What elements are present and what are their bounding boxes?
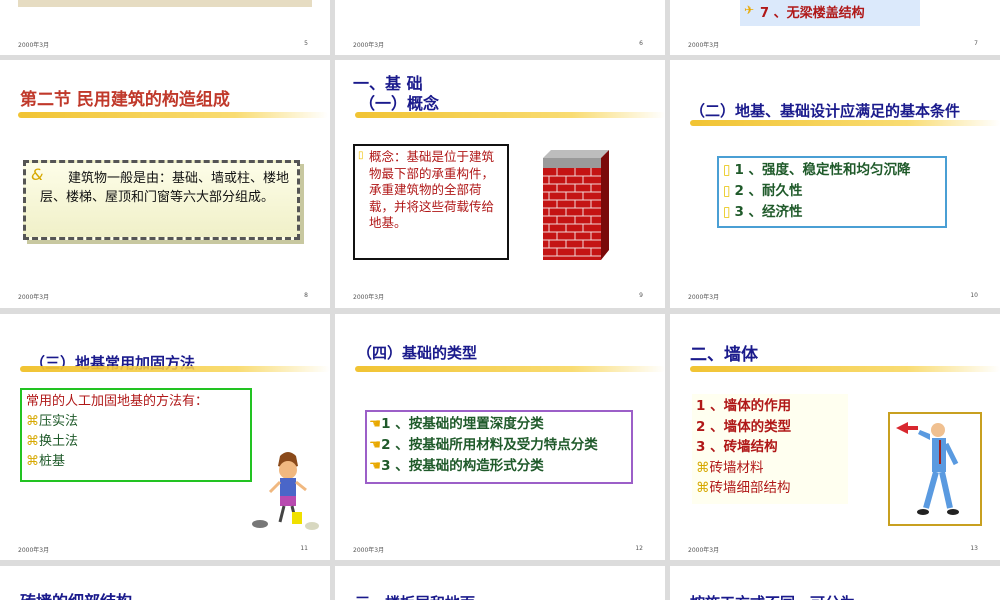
slide-number: 5 (304, 40, 308, 47)
wall-topic: 3 、砖墙结构 (696, 439, 778, 455)
concept-box: ▯ 概念：基础是位于建筑物最下部的承重构件，承重建筑物的全部荷载，并将这些荷载传… (353, 144, 509, 260)
slide-title: 按施工方式不同，可分为 (690, 592, 855, 600)
slide-13[interactable]: 二、墙体 1 、墙体的作用 2 、墙体的类型 3 、砖墙结构 ⌘砖墙材料 ⌘砖墙… (670, 314, 1000, 560)
slide-date: 2000年3月 (18, 294, 50, 301)
pointing-hand-icon: ☚ (369, 437, 382, 453)
content-box: & 建筑物一般是由：基础、墙或柱、楼地层、楼梯、屋顶和门窗等六大部分组成。 (23, 160, 300, 240)
conditions-box: ▯ 1 、强度、稳定性和均匀沉降 ▯ 2 、耐久性 ▯ 3 、经济性 (717, 156, 947, 228)
type-item: ☚1 、按基础的埋置深度分类 (369, 416, 544, 432)
command-icon: ⌘ (26, 454, 39, 469)
title-underline (690, 366, 1000, 372)
slide-date: 2000年3月 (353, 294, 385, 301)
slide-title: 二、墙体 (690, 345, 758, 365)
condition-item: ▯ 2 、耐久性 (723, 183, 803, 199)
slide-date: 2000年3月 (353, 42, 385, 49)
method-item: ⌘桩基 (26, 454, 66, 469)
title-underline (355, 112, 665, 118)
pointing-hand-icon: ☚ (369, 416, 382, 432)
slide-number: 12 (635, 545, 643, 552)
slide-11[interactable]: （三）地基常用加固方法 常用的人工加固地基的方法有： ⌘压实法 ⌘换土法 ⌘桩基… (0, 314, 330, 560)
bullet-icon: ▯ (358, 150, 364, 161)
wall-subtopic: ⌘砖墙材料 (696, 459, 764, 476)
concept-text: 概念：基础是位于建筑物最下部的承重构件，承重建筑物的全部荷载，并将这些荷载传给地… (369, 149, 495, 230)
slide-5[interactable]: 2000年3月 5 (0, 0, 330, 55)
slide-number: 7 (974, 40, 978, 47)
cartoon-worker-image (252, 452, 319, 530)
command-icon: ⌘ (696, 480, 710, 496)
slide-date: 2000年3月 (688, 42, 720, 49)
type-item: ☚2 、按基础所用材料及受力特点分类 (369, 437, 598, 453)
slide-title: 砖墙的细部结构 (20, 588, 132, 600)
condition-item: ▯ 1 、强度、稳定性和均匀沉降 (723, 162, 911, 178)
bullet-icon: ▯ (723, 183, 731, 199)
plane-icon: ✈ (744, 3, 755, 17)
slide-date: 2000年3月 (18, 42, 50, 49)
slide-number: 9 (639, 292, 643, 299)
slide-7[interactable]: ✈ 7 、无梁楼盖结构 2000年3月 7 (670, 0, 1000, 55)
slide-14[interactable]: 砖墙的细部结构 (0, 566, 330, 600)
slide-date: 2000年3月 (688, 294, 720, 301)
slide-16[interactable]: 按施工方式不同，可分为 (670, 566, 1000, 600)
bullet-icon: ▯ (723, 162, 731, 178)
method-item: ⌘压实法 (26, 414, 79, 429)
type-item: ☚3 、按基础的构造形式分类 (369, 458, 544, 474)
slide-8[interactable]: 第二节 民用建筑的构造组成 & 建筑物一般是由：基础、墙或柱、楼地层、楼梯、屋顶… (0, 60, 330, 308)
slide-subtitle: （一）概念 (359, 94, 440, 113)
slide-10[interactable]: （二）地基、基础设计应满足的基本条件 ▯ 1 、强度、稳定性和均匀沉降 ▯ 2 、耐… (670, 60, 1000, 308)
structure-item-box: ✈ 7 、无梁楼盖结构 (740, 0, 920, 26)
wall-topics-box: 1 、墙体的作用 2 、墙体的类型 3 、砖墙结构 ⌘砖墙材料 ⌘砖墙细部结构 (692, 394, 848, 504)
method-item: ⌘换土法 (26, 434, 79, 449)
types-box: ☚1 、按基础的埋置深度分类 ☚2 、按基础所用材料及受力特点分类 ☚3 、按基… (365, 410, 633, 484)
methods-box: 常用的人工加固地基的方法有： ⌘压实法 ⌘换土法 ⌘桩基 (20, 388, 252, 482)
slide-12[interactable]: （四）基础的类型 ☚1 、按基础的埋置深度分类 ☚2 、按基础所用材料及受力特点… (335, 314, 665, 560)
slide-number: 8 (304, 292, 308, 299)
wall-topic: 2 、墙体的类型 (696, 418, 792, 435)
title-underline (20, 366, 330, 372)
slide-number: 10 (970, 292, 978, 299)
wall-topic: 1 、墙体的作用 (696, 398, 792, 414)
slide-number: 6 (639, 40, 643, 47)
wall-subtopic: ⌘砖墙细部结构 (696, 480, 791, 496)
structure-item: 7 、无梁楼盖结构 (760, 6, 865, 21)
slide-15[interactable]: 三、楼板层和地面 (335, 566, 665, 600)
slide-number: 13 (970, 545, 978, 552)
title-underline (690, 120, 1000, 126)
slide-date: 2000年3月 (353, 547, 385, 554)
methods-lead: 常用的人工加固地基的方法有： (26, 394, 209, 409)
image-fragment (18, 0, 312, 7)
brick-wall-image (543, 150, 609, 260)
looking-man-frame (888, 412, 982, 526)
command-icon: ⌘ (26, 434, 39, 449)
content-text: 建筑物一般是由：基础、墙或柱、楼地层、楼梯、屋顶和门窗等六大部分组成。 (40, 171, 290, 205)
slide-title: （二）地基、基础设计应满足的基本条件 (690, 102, 961, 120)
slide-number: 11 (300, 545, 308, 552)
bullet-icon: ▯ (723, 204, 731, 220)
slide-title: 第二节 民用建筑的构造组成 (20, 90, 230, 110)
title-underline (355, 366, 665, 372)
slide-title: 三、楼板层和地面 (355, 592, 475, 600)
pointing-hand-icon: ☚ (369, 458, 382, 474)
command-icon: ⌘ (696, 459, 710, 476)
slide-6[interactable]: 2000年3月 6 (335, 0, 665, 55)
slide-title: （四）基础的类型 (357, 344, 478, 362)
title-underline (18, 112, 328, 118)
looking-man-image (896, 422, 959, 515)
slide-date: 2000年3月 (688, 547, 720, 554)
command-icon: ⌘ (26, 414, 39, 429)
slide-date: 2000年3月 (18, 547, 50, 554)
condition-item: ▯ 3 、经济性 (723, 204, 803, 220)
slide-9[interactable]: 一、基 础 （一）概念 ▯ 概念：基础是位于建筑物最下部的承重构件，承重建筑物的… (335, 60, 665, 308)
